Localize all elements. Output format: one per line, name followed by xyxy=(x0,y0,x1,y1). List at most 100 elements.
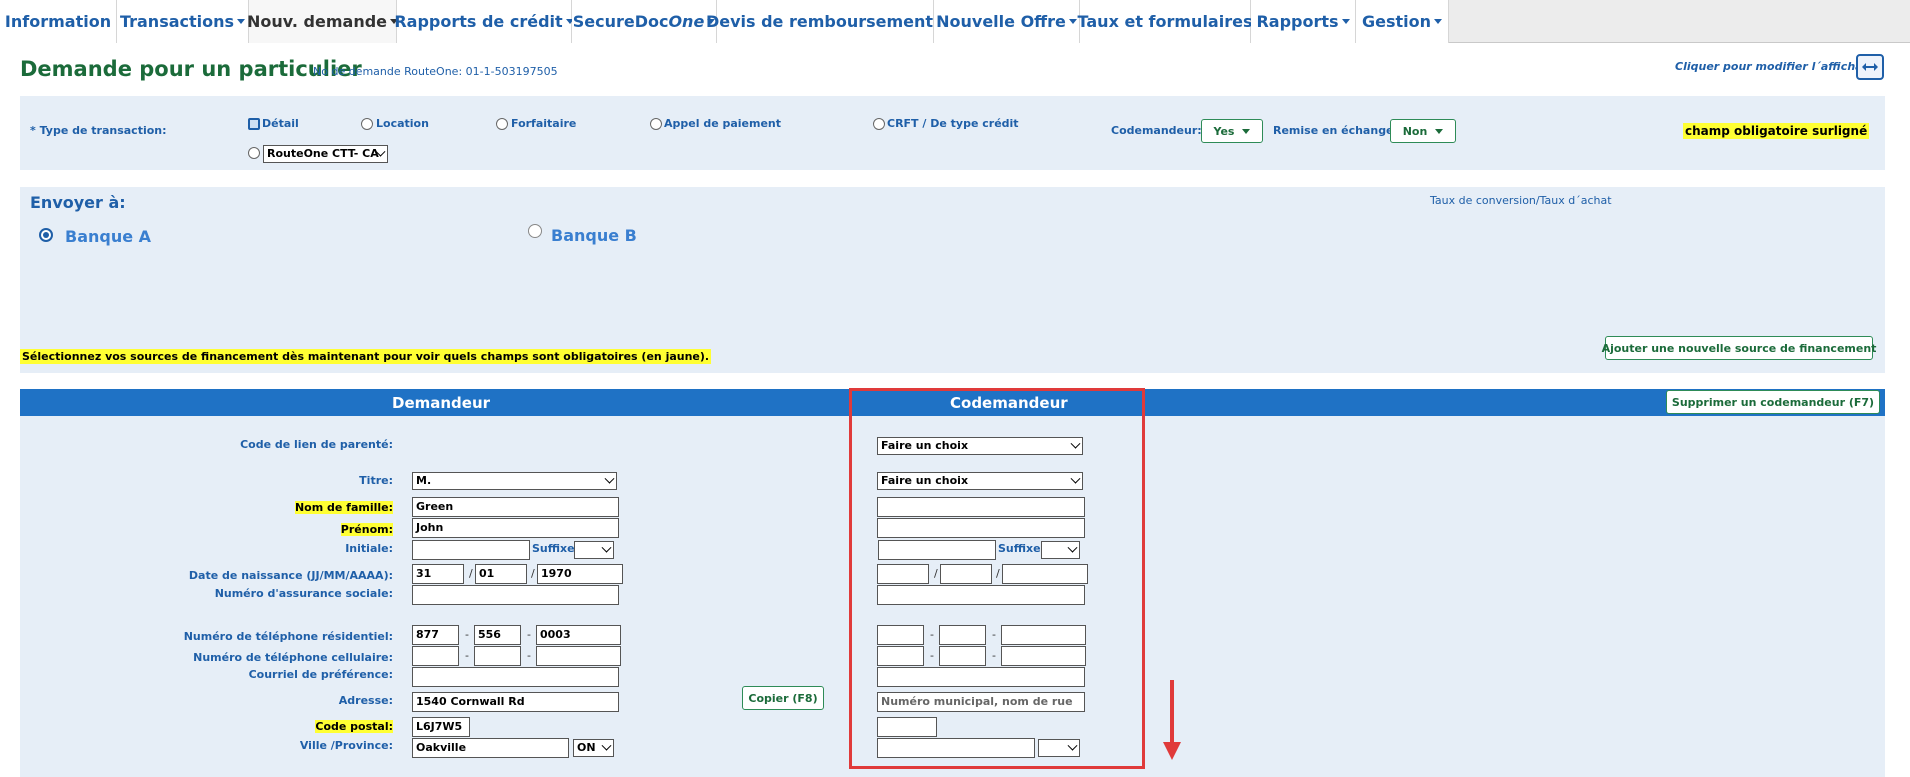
tab-information[interactable]: Information xyxy=(0,0,117,43)
toggle-view-button[interactable] xyxy=(1856,54,1884,80)
applicant-home-phone-area-input[interactable]: 877 xyxy=(412,625,459,645)
first-name-label: Prénom: xyxy=(160,523,393,536)
radio-bank-b[interactable] xyxy=(528,224,542,238)
caret-down-icon xyxy=(1341,19,1350,24)
applicant-province-value: ON xyxy=(577,741,596,754)
conversion-rate-link[interactable]: Taux de conversion/Taux d´achat xyxy=(1430,194,1612,207)
tradein-dropdown[interactable]: Non xyxy=(1390,119,1456,143)
routeone-select-value: RouteOne CTT- CA xyxy=(267,147,379,160)
applicant-cell-phone-area-input[interactable] xyxy=(412,646,459,666)
last-name-label: Nom de famille: xyxy=(160,501,393,514)
address-label: Adresse: xyxy=(338,694,393,707)
radio-detail[interactable] xyxy=(248,118,260,130)
caret-down-icon xyxy=(1435,128,1444,134)
applicant-province-select[interactable]: ON xyxy=(573,739,614,757)
copy-button[interactable]: Copier (F8) xyxy=(742,686,824,710)
applicant-initial-input[interactable] xyxy=(412,540,530,560)
coapplicant-dropdown-value: Yes xyxy=(1213,124,1235,138)
tab-label: Rapports xyxy=(1256,12,1339,31)
radio-flat[interactable] xyxy=(496,118,508,130)
tab-label: Devis de remboursement xyxy=(705,12,934,31)
request-number: No de demande RouteOne: 01-1-503197505 xyxy=(313,65,558,78)
applicant-postal-code-input[interactable]: L6J7W5 xyxy=(412,717,470,737)
tab-new-request[interactable]: Nouv. demande xyxy=(247,0,399,43)
date-separator: / xyxy=(469,567,473,580)
radio-bank-a[interactable] xyxy=(39,228,53,242)
tab-securedocone[interactable]: SecureDoc One xyxy=(572,0,717,43)
tab-label: Information xyxy=(4,12,112,31)
applicant-city-input[interactable]: Oakville xyxy=(412,738,569,758)
add-funding-source-button[interactable]: Ajouter une nouvelle source de financeme… xyxy=(1602,336,1876,360)
chevron-down-icon xyxy=(604,473,615,484)
routeone-select[interactable]: RouteOne CTT- CA xyxy=(263,145,388,163)
tab-label: Rapports de crédit xyxy=(394,12,563,31)
radio-flat-label: Forfaitaire xyxy=(511,117,577,130)
applicant-first-name-input[interactable]: John xyxy=(412,518,619,538)
chevron-down-icon xyxy=(601,542,612,553)
applicant-cell-phone-line-input[interactable] xyxy=(536,646,621,666)
radio-crft[interactable] xyxy=(873,118,885,130)
applicant-sin-input[interactable] xyxy=(412,585,619,605)
tradein-label: Remise en échange: xyxy=(1273,124,1398,137)
tab-label: Taux et formulaires xyxy=(1077,12,1253,31)
applicant-address-input[interactable]: 1540 Cornwall Rd xyxy=(412,692,619,712)
caret-down-icon xyxy=(1242,128,1251,134)
tab-label: Transactions xyxy=(119,12,235,31)
coapplicant-dropdown[interactable]: Yes xyxy=(1201,119,1263,143)
radio-payment-call-label: Appel de paiement xyxy=(664,117,782,130)
phone-separator: - xyxy=(527,628,531,641)
first-name-label-text: Prénom: xyxy=(340,523,393,536)
tab-management[interactable]: Gestion xyxy=(1356,0,1449,43)
initial-label: Initiale: xyxy=(345,542,393,555)
page-title: Demande pour un particulier xyxy=(20,57,362,81)
tab-label: Gestion xyxy=(1361,12,1432,31)
last-name-label-text: Nom de famille: xyxy=(294,501,393,514)
radio-detail-label: Détail xyxy=(262,117,299,130)
tab-new-offer[interactable]: Nouvelle Offre xyxy=(934,0,1080,43)
tab-label: Nouv. demande xyxy=(247,12,388,31)
relation-label: Code de lien de parenté: xyxy=(240,438,393,451)
applicant-home-phone-line-input[interactable]: 0003 xyxy=(536,625,621,645)
city-label: Ville /Province: xyxy=(299,739,393,752)
applicant-last-name-input[interactable]: Green xyxy=(412,497,619,517)
tab-transactions[interactable]: Transactions xyxy=(117,0,249,43)
radio-payment-call[interactable] xyxy=(650,118,662,130)
applicant-dob-day-input[interactable]: 31 xyxy=(412,564,464,584)
phone-separator: - xyxy=(465,628,469,641)
radio-routeone[interactable] xyxy=(248,147,260,159)
tab-label-suffix: One xyxy=(668,12,705,31)
home-phone-label: Numéro de téléphone résidentiel: xyxy=(183,630,393,643)
tab-credit-reports[interactable]: Rapports de crédit xyxy=(394,0,574,43)
applicant-email-input[interactable] xyxy=(412,667,619,687)
postal-code-label: Code postal: xyxy=(60,720,393,733)
tab-repayment-quote[interactable]: Devis de remboursement xyxy=(706,0,945,43)
applicant-cell-phone-prefix-input[interactable] xyxy=(474,646,521,666)
applicant-dob-month-input[interactable]: 01 xyxy=(475,564,527,584)
applicant-suffix-select[interactable] xyxy=(574,541,614,559)
remove-coapplicant-button[interactable]: Supprimer un codemandeur (F7) xyxy=(1666,390,1880,414)
applicant-header: Demandeur xyxy=(392,394,491,412)
applicant-dob-year-input[interactable]: 1970 xyxy=(537,564,623,584)
chevron-down-icon xyxy=(601,740,612,751)
tradein-dropdown-value: Non xyxy=(1402,124,1428,138)
applicant-title-select[interactable]: M. xyxy=(412,472,617,490)
bank-a-label: Banque A xyxy=(65,227,152,246)
applicant-home-phone-prefix-input[interactable]: 556 xyxy=(474,625,521,645)
tab-rates-forms[interactable]: Taux et formulaires xyxy=(1077,0,1253,43)
postal-code-label-text: Code postal: xyxy=(315,720,393,733)
sin-label: Numéro d'assurance sociale: xyxy=(214,587,393,600)
tab-label: Nouvelle Offre xyxy=(936,12,1066,31)
title-label: Titre: xyxy=(359,474,393,487)
bank-b-label: Banque B xyxy=(551,226,637,245)
funding-source-note: Sélectionnez vos sources de financement … xyxy=(20,349,712,364)
radio-lease-label: Location xyxy=(376,117,429,130)
phone-separator: - xyxy=(527,649,531,662)
coapplicant-label: Codemandeur: xyxy=(1111,124,1202,137)
top-nav: Information Transactions Nouv. demande R… xyxy=(0,0,1910,43)
radio-lease[interactable] xyxy=(361,118,373,130)
toggle-view-link[interactable]: Cliquer pour modifier l´affichage xyxy=(1675,60,1878,73)
dob-label: Date de naissance (JJ/MM/AAAA): xyxy=(188,569,393,582)
send-to-title: Envoyer à: xyxy=(30,193,126,212)
applicant-suffix-label: Suffixe: xyxy=(532,542,579,555)
tab-reports[interactable]: Rapports xyxy=(1251,0,1356,43)
